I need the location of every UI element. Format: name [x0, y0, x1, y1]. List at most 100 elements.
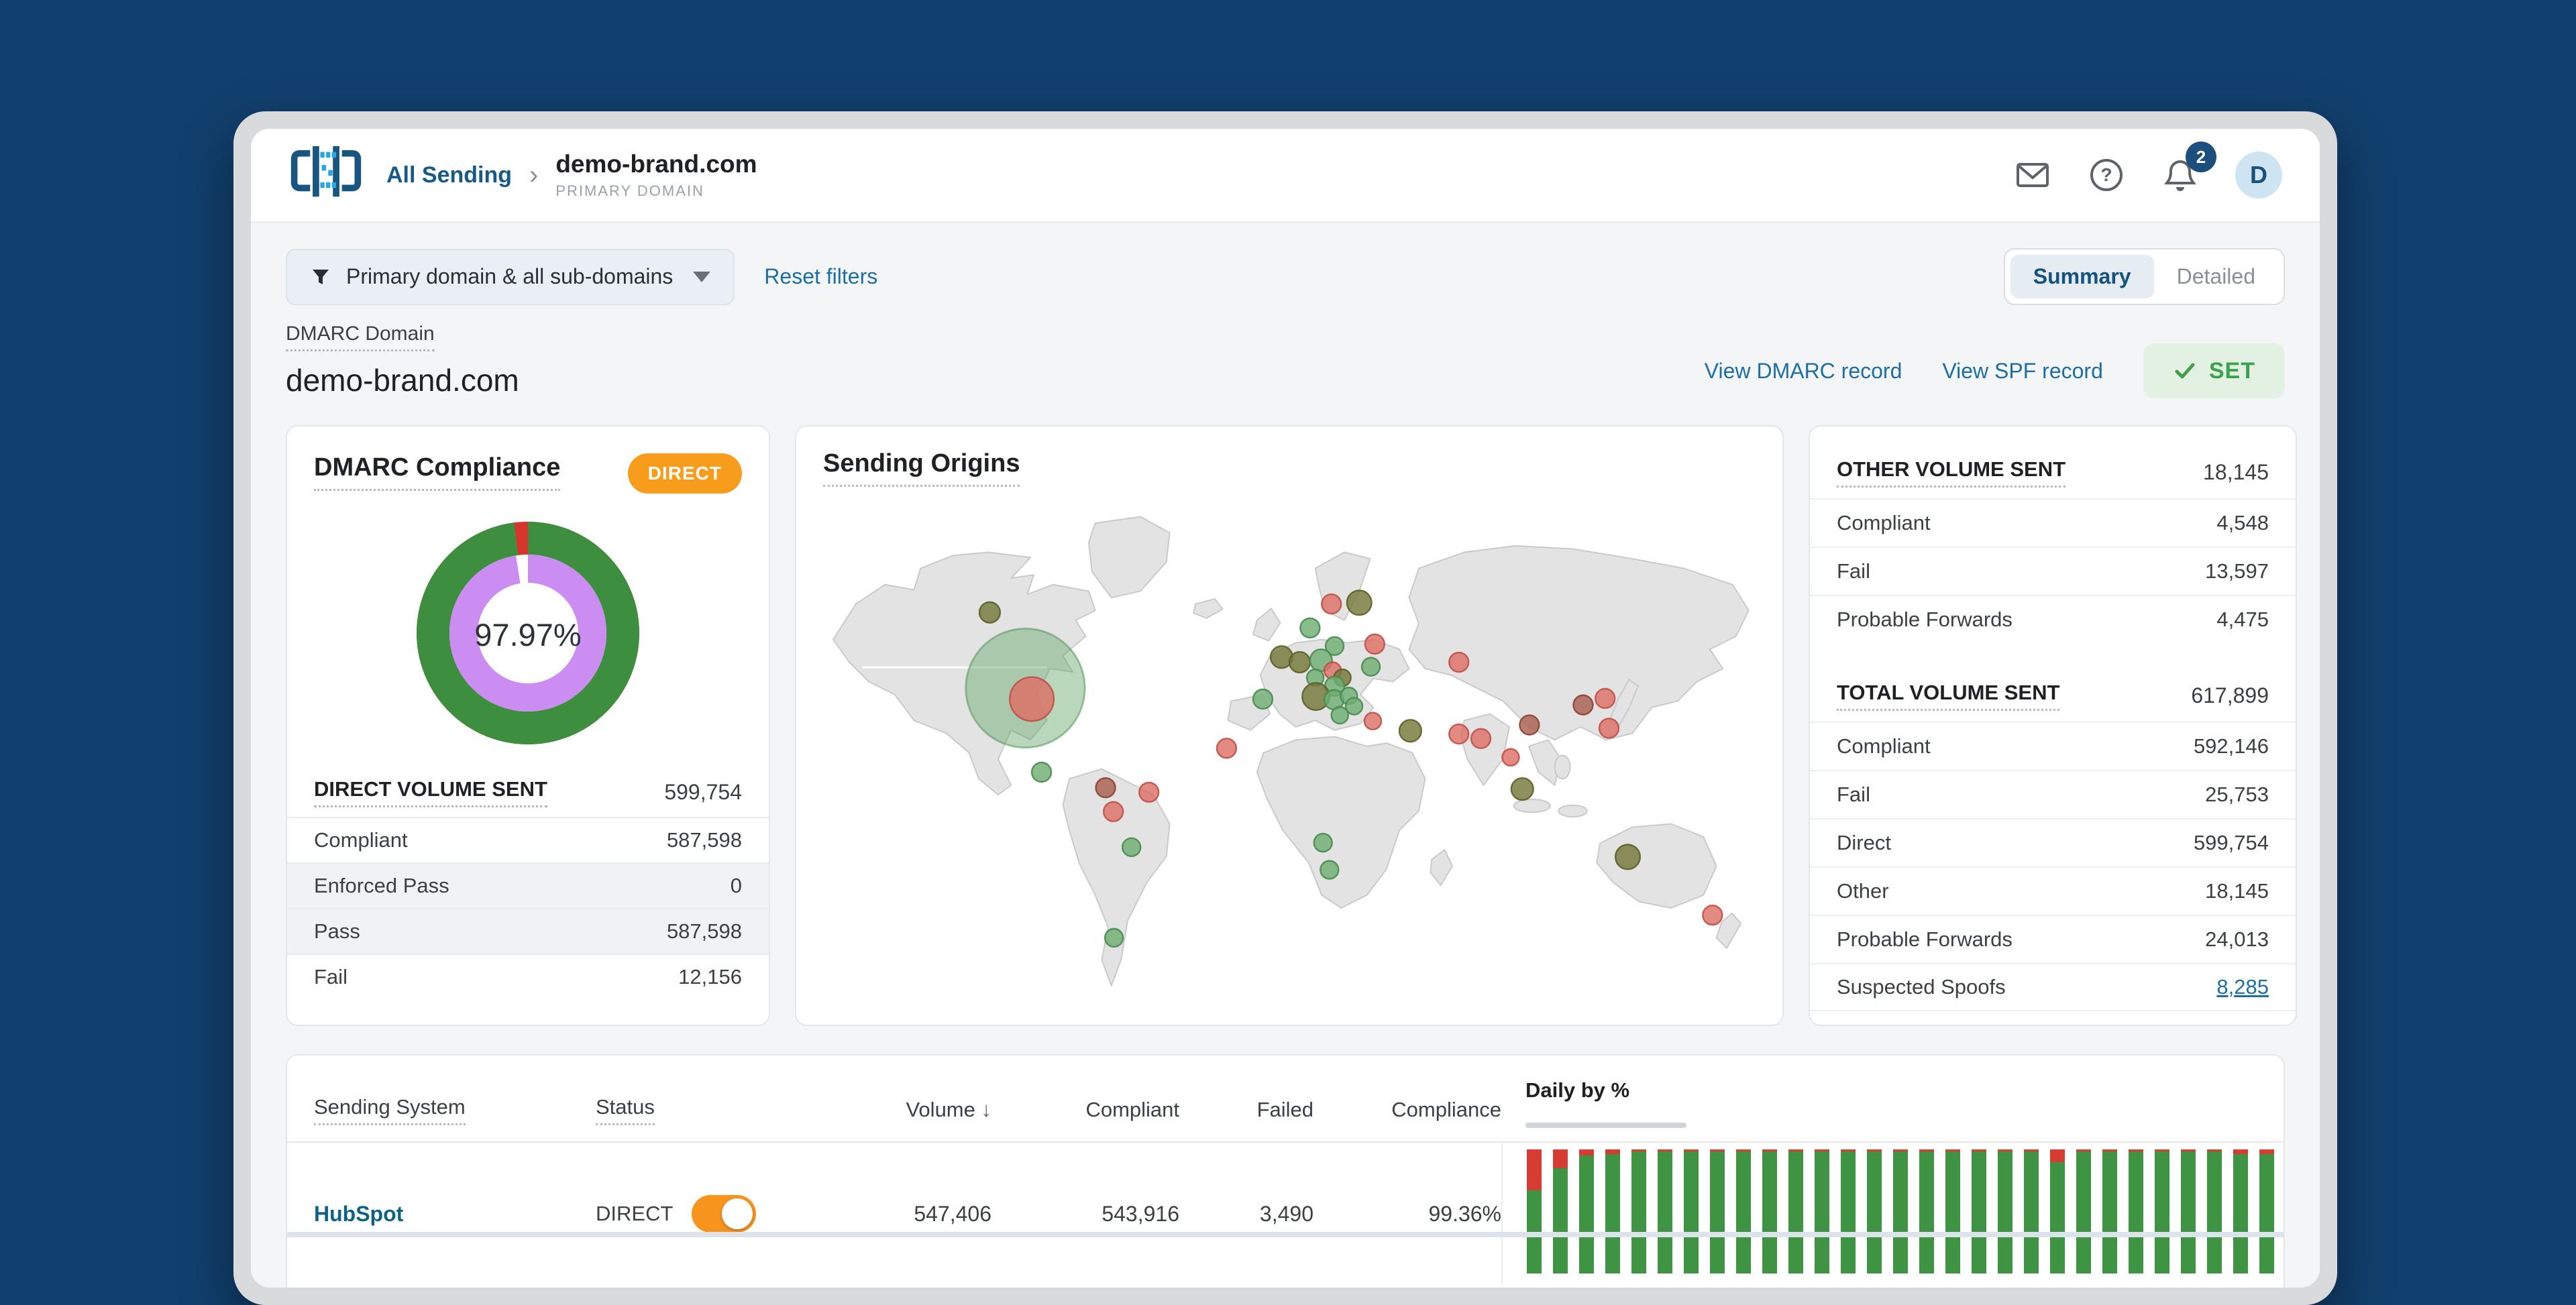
main-content: Primary domain & all sub-domains Reset f… — [251, 223, 2320, 1288]
direct-volume-stats: DIRECT VOLUME SENT 599,754 Compliant 587,… — [287, 777, 769, 999]
view-dmarc-record-link[interactable]: View DMARC record — [1705, 359, 1902, 384]
origin-dot[interactable] — [1321, 593, 1342, 615]
origin-dot[interactable] — [1364, 633, 1385, 655]
origin-dot[interactable] — [1009, 676, 1055, 722]
origin-dot[interactable] — [1510, 777, 1534, 801]
origin-dot[interactable] — [1121, 837, 1142, 858]
compliance-donut-chart: 97.97% — [415, 520, 641, 749]
compliance-stat-row: Pass 587,598 — [287, 908, 769, 954]
origin-dot[interactable] — [1614, 844, 1641, 870]
origin-dot[interactable] — [1102, 801, 1124, 822]
domain-actions: View DMARC record View SPF record SET — [1705, 343, 2285, 398]
funnel-icon — [313, 269, 329, 284]
table-header-row: Sending System Status Volume ↓ Compliant… — [287, 1056, 2284, 1141]
donut-center-value: 97.97% — [474, 617, 582, 652]
compliance-stat-row: Enforced Pass 0 — [287, 862, 769, 908]
status-toggle[interactable] — [692, 1195, 757, 1233]
reset-filters-link[interactable]: Reset filters — [764, 264, 877, 289]
col-failed[interactable]: Failed — [1179, 1098, 1313, 1122]
domain-filter-label: Primary domain & all sub-domains — [346, 264, 674, 288]
origin-dot[interactable] — [1519, 714, 1540, 736]
origin-dot[interactable] — [1288, 650, 1311, 674]
tab-detailed[interactable]: Detailed — [2154, 255, 2278, 298]
origin-dot[interactable] — [1252, 688, 1274, 710]
compliance-stat-row: Fail 12,156 — [287, 954, 769, 999]
chevron-down-icon — [693, 271, 711, 282]
origin-dot[interactable] — [1363, 712, 1383, 731]
daily-bar — [1945, 1149, 1960, 1273]
table-horizontal-scrollbar[interactable] — [287, 1232, 2284, 1237]
dmarc-set-status[interactable]: SET — [2143, 343, 2285, 398]
view-toggle: Summary Detailed — [2003, 248, 2285, 305]
origin-dot[interactable] — [1313, 832, 1333, 853]
origin-dot[interactable] — [1216, 738, 1238, 759]
domain-row: DMARC Domain demo-brand.com View DMARC r… — [286, 323, 2285, 398]
daily-bar — [1736, 1149, 1751, 1273]
volume-stat-row: Probable Forwards 24,013 — [1810, 915, 2296, 963]
toggle-knob — [722, 1198, 753, 1229]
daily-bar — [2129, 1149, 2143, 1273]
daily-bar — [1998, 1149, 2012, 1273]
tab-summary[interactable]: Summary — [2010, 255, 2154, 298]
current-domain-name: demo-brand.com — [555, 150, 757, 178]
origin-dot[interactable] — [1030, 761, 1053, 783]
volume-stat-row: Direct 599,754 — [1810, 818, 2296, 866]
origin-dot[interactable] — [1501, 748, 1520, 767]
origin-dot[interactable] — [1346, 589, 1373, 616]
status-cell: DIRECT — [596, 1195, 790, 1233]
avatar[interactable]: D — [2235, 152, 2282, 198]
domain-filter-dropdown[interactable]: Primary domain & all sub-domains — [286, 248, 735, 305]
origin-dot[interactable] — [1360, 657, 1381, 677]
origin-dot[interactable] — [1598, 718, 1620, 739]
col-sending-system[interactable]: Sending System — [314, 1095, 596, 1125]
daily-bar — [1815, 1149, 1829, 1273]
col-compliance[interactable]: Compliance — [1313, 1098, 1501, 1122]
help-icon[interactable]: ? — [2088, 156, 2125, 194]
origin-dot[interactable] — [1595, 687, 1616, 710]
origin-dot[interactable] — [1470, 728, 1492, 749]
volume-panel-card: OTHER VOLUME SENT 18,145 Compliant 4,548 Fai… — [1809, 425, 2297, 1026]
compliance-value: 99.36% — [1428, 1201, 1501, 1226]
origin-dot[interactable] — [1702, 904, 1723, 926]
notification-badge[interactable]: 2 — [2186, 141, 2216, 172]
status-label: DIRECT — [596, 1202, 674, 1225]
daily-bar — [2233, 1149, 2248, 1273]
app-surface: All Sending › demo-brand.com PRIMARY DOM… — [251, 129, 2320, 1288]
daily-bar — [1841, 1149, 1856, 1273]
compliance-stat-row: Compliant 587,598 — [287, 817, 769, 862]
origin-dot[interactable] — [1448, 723, 1470, 745]
origin-dot[interactable] — [1299, 617, 1321, 639]
origin-dot[interactable] — [978, 601, 1002, 624]
dmarc-compliance-card: DMARC Compliance DIRECT 97.97% DIRECT VO… — [286, 425, 770, 1026]
sending-origins-card: Sending Origins — [795, 425, 1784, 1026]
sending-system-link[interactable]: HubSpot — [314, 1202, 596, 1227]
daily-bars-cell — [1501, 1143, 2274, 1285]
bell-icon[interactable]: 2 — [2161, 141, 2216, 194]
col-volume[interactable]: Volume ↓ — [790, 1098, 991, 1122]
col-compliant[interactable]: Compliant — [991, 1098, 1179, 1122]
origin-dot[interactable] — [1330, 705, 1349, 725]
header-actions: ? 2 D — [2014, 141, 2282, 198]
col-status[interactable]: Status — [596, 1095, 790, 1125]
daily-bar — [2024, 1149, 2039, 1273]
breadcrumb-separator: › — [529, 160, 539, 190]
volume-stat-row: Other 18,145 — [1810, 866, 2296, 915]
mail-icon[interactable] — [2014, 156, 2051, 194]
suspected-spoofs-link[interactable]: 8,285 — [2216, 975, 2269, 999]
top-header: All Sending › demo-brand.com PRIMARY DOM… — [251, 129, 2320, 223]
world-map — [833, 516, 1750, 986]
origin-dot[interactable] — [1095, 777, 1116, 799]
origin-dot[interactable] — [1104, 927, 1124, 948]
breadcrumb-all-sending[interactable]: All Sending — [386, 162, 512, 188]
table-row: HubSpot DIRECT 547,406 543,916 3,490 99.… — [287, 1143, 2284, 1285]
origin-dot[interactable] — [1572, 694, 1594, 716]
origin-dot[interactable] — [1448, 651, 1470, 673]
daily-scrollbar[interactable] — [1525, 1123, 1686, 1128]
volume-section-header: TOTAL VOLUME SENT 617,899 — [1810, 666, 2296, 722]
origin-dot[interactable] — [1398, 719, 1422, 743]
app-window: All Sending › demo-brand.com PRIMARY DOM… — [233, 111, 2337, 1305]
view-spf-record-link[interactable]: View SPF record — [1942, 359, 2103, 384]
origin-dot[interactable] — [1320, 860, 1340, 880]
origin-dot[interactable] — [1138, 781, 1160, 803]
filter-row: Primary domain & all sub-domains Reset f… — [286, 248, 2285, 305]
